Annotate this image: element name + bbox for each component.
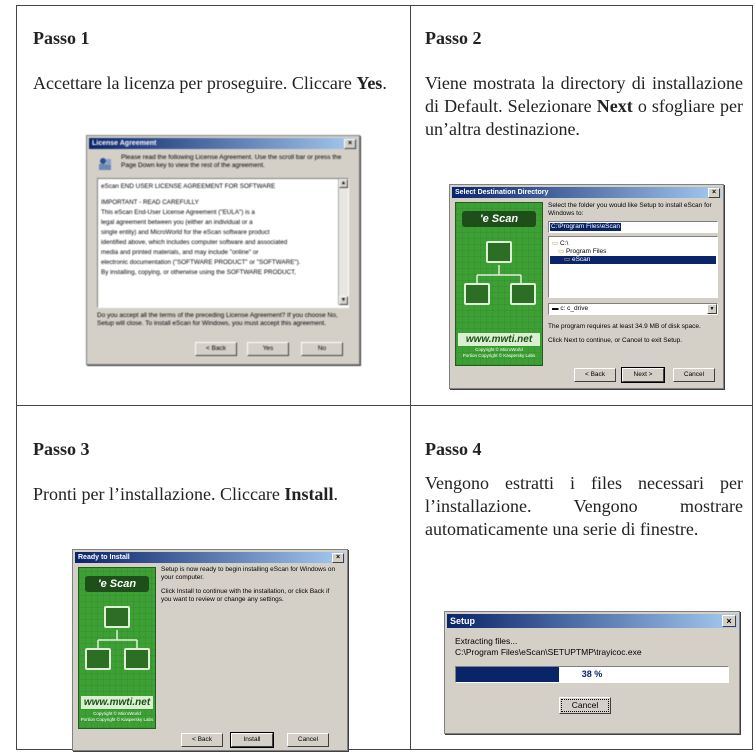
setup-dialog-titlebar: Setup × [447,614,737,628]
cancel-button[interactable]: Cancel [673,368,715,382]
column-divider [410,5,411,750]
destination-dialog: Select Destination Directory × 'e Scan w… [449,184,724,389]
extracting-label: Extracting files... [455,636,518,646]
drive-icon: ▬ [552,305,559,312]
next-button[interactable]: Next > [621,367,665,383]
cancel-button[interactable]: Cancel [559,697,611,714]
install-button[interactable]: Install [230,732,274,748]
drive-select[interactable]: ▬ c: c_drive ▼ [548,303,718,315]
path-input[interactable]: C:\Program Files\eScan [548,221,718,233]
progress-bar: 38 % [455,666,729,683]
next-hint: Click Next to continue, or Cancel to exi… [548,337,683,344]
license-scrollbar[interactable]: ▲ ▼ [338,179,348,305]
folder-tree[interactable]: ▭ C:\ ▭ Program Files ▭ eScan [548,236,718,298]
tree-items: ▭ C:\ ▭ Program Files [552,240,606,256]
ready-dialog: Ready to Install × 'e Scan www.mwti.net … [72,549,348,751]
copyright: Copyright © MicroWorld Portion Copyright … [462,347,536,358]
progress-label: 38 % [579,669,605,679]
folder-open-icon: ▭ [552,240,559,247]
chevron-down-icon[interactable]: ▼ [707,304,717,314]
tree-item-root[interactable]: ▭ C:\ [552,240,606,248]
license-body: eScan END USER LICENSE AGREEMENT FOR SOF… [101,183,301,276]
license-dialog-titlebar: License Agreement × [89,138,357,149]
step3-text: Pronti per l’installazione. Cliccare Ins… [33,484,338,504]
disk-requirement: The program requires at least 34.9 MB of… [548,323,701,330]
step1-text: Accettare la licenza per proseguire. Cli… [33,73,387,93]
step4-title: Passo 4 [425,439,482,459]
step3-title: Passo 3 [33,439,90,459]
license-header: Please read the following License Agreem… [121,154,342,169]
mwti-site: www.mwti.net [458,333,540,346]
close-icon[interactable]: × [344,139,356,149]
copyright: Copyright © MicroWorld Portion Copyright … [80,711,154,722]
drive-value: ▬ c: c_drive [552,305,589,312]
path-value: C:\Program Files\eScan [550,223,621,231]
ready-dialog-title: Ready to Install [78,554,130,561]
step1-title: Passo 1 [33,28,90,48]
license-dialog-title: License Agreement [92,140,157,147]
tree-item-program-files[interactable]: ▭ Program Files [552,248,606,256]
step4-text: Vengono estratti i files necessari per l… [425,473,743,539]
setup-dialog-title: Setup [450,616,476,626]
install-icon [97,156,113,172]
scroll-up-icon[interactable]: ▲ [339,179,348,188]
ready-message: Setup is now ready to begin installing e… [161,566,336,581]
step2-title: Passo 2 [425,28,482,48]
destination-instruction: Select the folder you would like Setup t… [548,202,712,217]
destination-dialog-titlebar: Select Destination Directory × [452,187,721,198]
license-dialog: License Agreement × Please read the foll… [86,135,360,365]
extracting-path: C:\Program Files\eScan\SETUPTMP\trayicoc… [455,647,642,657]
close-icon[interactable]: × [708,188,720,198]
escan-side-panel: 'e Scan www.mwti.net Copyright © MicroWo… [78,567,156,729]
setup-progress-dialog: Setup × Extracting files... C:\Program F… [444,611,740,734]
no-button[interactable]: No [301,342,343,356]
back-button[interactable]: < Back [195,342,237,356]
step2-text: Viene mostrata la directory di installaz… [425,73,743,139]
escan-side-panel: 'e Scan www.mwti.net Copyright © MicroWo… [455,202,543,366]
scroll-down-icon[interactable]: ▼ [339,296,348,305]
cancel-button[interactable]: Cancel [287,733,329,747]
back-button[interactable]: < Back [574,368,616,382]
folder-open-icon: ▭ [558,248,565,255]
license-question: Do you accept all the terms of the prece… [97,312,338,327]
ready-dialog-titlebar: Ready to Install × [75,552,345,563]
close-icon[interactable]: × [722,615,736,627]
destination-dialog-title: Select Destination Directory [455,189,549,196]
license-textbox[interactable]: eScan END USER LICENSE AGREEMENT FOR SOF… [97,178,349,308]
close-icon[interactable]: × [332,553,344,563]
yes-button[interactable]: Yes [247,342,289,356]
back-button[interactable]: < Back [181,733,223,747]
mwti-site: www.mwti.net [81,696,153,709]
folder-icon: ▭ [564,256,571,263]
tree-item-escan-selected[interactable]: ▭ eScan [550,256,716,264]
row-divider [16,405,753,406]
ready-instruction: Click Install to continue with the insta… [161,588,330,603]
